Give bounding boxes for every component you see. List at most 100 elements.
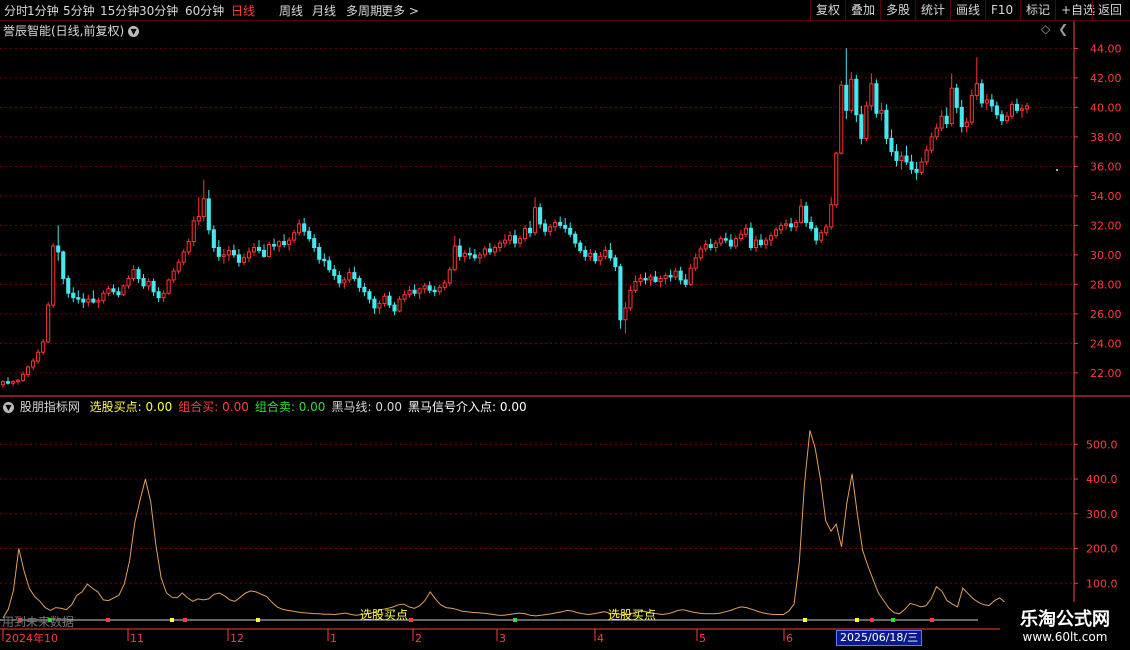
candle-body bbox=[151, 280, 156, 293]
candle-body bbox=[613, 257, 618, 268]
period-tab-2[interactable]: 5分钟 bbox=[63, 2, 95, 19]
period-tab-5[interactable]: 60分钟 bbox=[185, 2, 224, 19]
candle-body bbox=[176, 261, 181, 272]
candle-body bbox=[367, 291, 372, 300]
indicator-line bbox=[2, 430, 1006, 619]
indicator-tick-label: 400.0 bbox=[1086, 473, 1118, 486]
candle-body bbox=[558, 221, 563, 226]
toolbar-button-0[interactable]: 复权 bbox=[810, 0, 845, 20]
candle-body bbox=[869, 83, 874, 107]
price-tick-label: 26.00 bbox=[1090, 308, 1122, 321]
period-tab-8[interactable]: 月线 bbox=[312, 2, 336, 19]
candle-body bbox=[989, 99, 994, 107]
candle-body bbox=[46, 304, 51, 343]
period-tab-10[interactable]: 更多 > bbox=[381, 2, 419, 19]
candle-body bbox=[799, 205, 804, 223]
candle-body bbox=[874, 83, 879, 114]
candle-body bbox=[266, 244, 272, 257]
signal-marker bbox=[803, 618, 807, 622]
candle-body bbox=[598, 255, 603, 262]
candle-body bbox=[1009, 103, 1014, 117]
candle-body bbox=[924, 149, 929, 163]
x-axis-label: 6 bbox=[786, 632, 793, 645]
period-tab-3[interactable]: 15分钟 bbox=[100, 2, 139, 19]
candle-body bbox=[583, 249, 588, 257]
chevron-down-icon[interactable]: ▼ bbox=[3, 402, 14, 413]
candle-body bbox=[277, 241, 282, 247]
price-panel-title-bar[interactable]: 誉辰智能(日线,前复权) ▼ bbox=[3, 22, 140, 39]
candle-body bbox=[533, 207, 538, 234]
candle-body bbox=[778, 224, 784, 231]
candle-body bbox=[372, 298, 377, 309]
candle-body bbox=[171, 270, 176, 281]
candle-body bbox=[131, 269, 136, 279]
price-tick-label: 44.00 bbox=[1090, 42, 1122, 55]
indicator-legend-label: 组合卖: bbox=[254, 400, 295, 414]
candle-body bbox=[663, 275, 668, 279]
candle-body bbox=[703, 244, 708, 250]
candle-body bbox=[231, 249, 236, 256]
indicator-tick-label: 500.0 bbox=[1086, 438, 1118, 451]
candle-body bbox=[839, 84, 844, 154]
toolbar-button-4[interactable]: 画线 bbox=[950, 0, 985, 20]
candle-body bbox=[999, 114, 1004, 122]
toolbar-button-5[interactable]: F10 bbox=[985, 0, 1018, 20]
diamond-icon[interactable]: ◇ bbox=[1041, 22, 1050, 36]
candle-body bbox=[974, 83, 979, 97]
toolbar-button-3[interactable]: 统计 bbox=[915, 0, 950, 20]
indicator-legend-0: 选股买点: 0.00 bbox=[90, 400, 173, 414]
chart-area: 44.0042.0040.0038.0036.0034.0032.0030.00… bbox=[0, 21, 1130, 645]
candle-body bbox=[447, 269, 452, 284]
candle-body bbox=[66, 277, 71, 294]
candle-body bbox=[578, 242, 583, 251]
candle-body bbox=[111, 288, 116, 293]
toolbar-button-1[interactable]: 叠加 bbox=[845, 0, 880, 20]
period-tab-0[interactable]: 分时 bbox=[4, 2, 28, 19]
indicator-legend-label: 选股买点: bbox=[89, 400, 142, 414]
candle-body bbox=[738, 233, 743, 240]
candle-body bbox=[528, 227, 533, 234]
price-tick-label: 38.00 bbox=[1090, 131, 1122, 144]
candle-body bbox=[543, 223, 548, 232]
chevron-down-icon[interactable]: ▼ bbox=[128, 26, 140, 37]
candle-body bbox=[688, 267, 693, 285]
candle-body bbox=[487, 248, 492, 253]
toolbar-button-8[interactable]: 返回 bbox=[1092, 0, 1127, 20]
candle-body bbox=[1004, 115, 1009, 122]
candle-body bbox=[849, 78, 854, 111]
candle-body bbox=[894, 151, 899, 161]
candle-body bbox=[638, 277, 643, 282]
candle-body bbox=[422, 285, 427, 290]
candle-body bbox=[623, 307, 628, 321]
candle-body bbox=[76, 297, 81, 300]
candle-body bbox=[442, 282, 447, 288]
period-tab-1[interactable]: 1分钟 bbox=[27, 2, 59, 19]
candle-body bbox=[929, 136, 934, 151]
period-tab-9[interactable]: 多周期 bbox=[346, 2, 382, 19]
candle-body bbox=[322, 258, 327, 262]
candle-body bbox=[909, 161, 914, 170]
cursor-date-badge: 2025/06/18/三 bbox=[836, 630, 923, 646]
candle-body bbox=[166, 279, 171, 294]
period-tab-6[interactable]: 日线 bbox=[231, 2, 255, 19]
candle-body bbox=[919, 161, 924, 173]
candle-body bbox=[648, 276, 653, 281]
candle-body bbox=[809, 221, 814, 229]
period-tab-4[interactable]: 30分钟 bbox=[139, 2, 178, 19]
price-tick-label: 42.00 bbox=[1090, 72, 1122, 85]
signal-marker bbox=[170, 618, 174, 622]
candle-body bbox=[538, 207, 543, 225]
x-axis-label: 2024年10 bbox=[5, 631, 58, 645]
chevron-left-icon[interactable]: ❮ bbox=[1058, 22, 1068, 36]
candle-body bbox=[457, 245, 462, 257]
candle-body bbox=[698, 248, 703, 259]
candle-body bbox=[307, 230, 312, 240]
indicator-title-bar[interactable]: ▼ 股朋指标网 选股买点: 0.00 组合买: 0.00 组合卖: 0.00 黑马线:… bbox=[3, 398, 527, 415]
period-tab-7[interactable]: 周线 bbox=[279, 2, 303, 19]
candle-body bbox=[497, 242, 502, 248]
stock-title: 誉辰智能(日线,前复权) bbox=[3, 24, 125, 38]
candle-body bbox=[573, 233, 578, 244]
candle-body bbox=[216, 247, 221, 257]
toolbar-button-6[interactable]: 标记 bbox=[1020, 0, 1055, 20]
toolbar-button-2[interactable]: 多股 bbox=[880, 0, 915, 20]
